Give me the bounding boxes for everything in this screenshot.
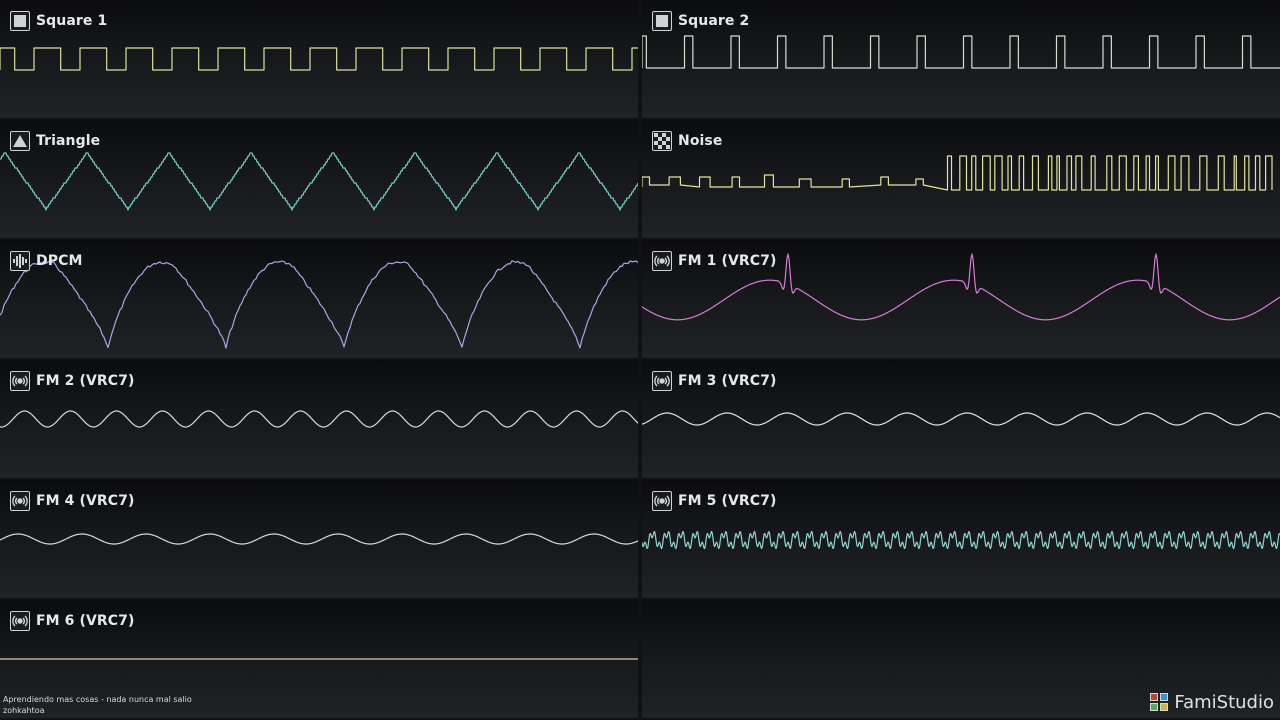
channel-header: Square 2 (652, 10, 749, 32)
noise-icon (652, 131, 672, 151)
channel-panel: DPCM (0, 240, 638, 358)
channel-name: FM 3 (VRC7) (678, 373, 777, 389)
channel-header: FM 3 (VRC7) (652, 370, 777, 392)
channel-name: FM 1 (VRC7) (678, 253, 777, 269)
channel-name: DPCM (36, 253, 83, 269)
channel-header: DPCM (10, 250, 83, 272)
fm-icon (652, 251, 672, 271)
waveform-line (0, 152, 638, 211)
famistudio-logo: FamiStudio (1150, 692, 1274, 713)
channel-header: Square 1 (10, 10, 107, 32)
waveform-line (0, 533, 638, 545)
channel-panel: Square 2 (642, 0, 1280, 118)
channel-panel: FM 1 (VRC7) (642, 240, 1280, 358)
fm-icon (652, 491, 672, 511)
famistudio-logo-icon (1150, 692, 1170, 713)
channel-header: FM 4 (VRC7) (10, 490, 135, 512)
channel-name: FM 4 (VRC7) (36, 493, 135, 509)
channel-panel: Triangle (0, 120, 638, 238)
channel-name: FM 6 (VRC7) (36, 613, 135, 629)
fm-icon (10, 491, 30, 511)
channel-panel: FM 2 (VRC7) (0, 360, 638, 478)
waveform-line (642, 155, 1273, 191)
channel-panel: FM 3 (VRC7) (642, 360, 1280, 478)
channel-name: Square 2 (678, 13, 750, 29)
channel-name: FM 5 (VRC7) (678, 493, 777, 509)
brand-name: FamiStudio (1174, 692, 1274, 713)
channel-name: FM 2 (VRC7) (36, 373, 135, 389)
channel-name: Triangle (36, 133, 101, 149)
fm-icon (10, 611, 30, 631)
waveform-line (642, 530, 1280, 550)
fm-icon (10, 371, 30, 391)
waveform-line (642, 412, 1280, 426)
channel-header: Noise (652, 130, 722, 152)
waveform-line (0, 410, 638, 428)
oscilloscope-grid: Square 1 Square 2 Triangle Noise DPCM FM 1 (V… (0, 0, 1280, 720)
waveform-line (0, 260, 638, 349)
song-title: Aprendiendo mas cosas - nada nunca mal s… (3, 695, 192, 704)
square-icon (10, 11, 30, 31)
channel-header: FM 6 (VRC7) (10, 610, 135, 632)
channel-panel: Square 1 (0, 0, 638, 118)
square-icon (652, 11, 672, 31)
channel-header: FM 1 (VRC7) (652, 250, 777, 272)
fm-icon (652, 371, 672, 391)
song-info: Aprendiendo mas cosas - nada nunca mal s… (3, 694, 192, 716)
channel-header: Triangle (10, 130, 100, 152)
waveform-line (642, 35, 1280, 69)
channel-name: Noise (678, 133, 723, 149)
waveform-line (0, 47, 638, 71)
dpcm-icon (10, 251, 30, 271)
channel-panel: Noise (642, 120, 1280, 238)
channel-header: FM 2 (VRC7) (10, 370, 135, 392)
channel-panel: FM 5 (VRC7) (642, 480, 1280, 598)
waveform (0, 260, 638, 349)
channel-name: Square 1 (36, 13, 108, 29)
channel-header: FM 5 (VRC7) (652, 490, 777, 512)
triangle-icon (10, 131, 30, 151)
channel-panel: FM 4 (VRC7) (0, 480, 638, 598)
waveform (642, 155, 1273, 191)
song-author: zohkahtoa (3, 706, 45, 715)
